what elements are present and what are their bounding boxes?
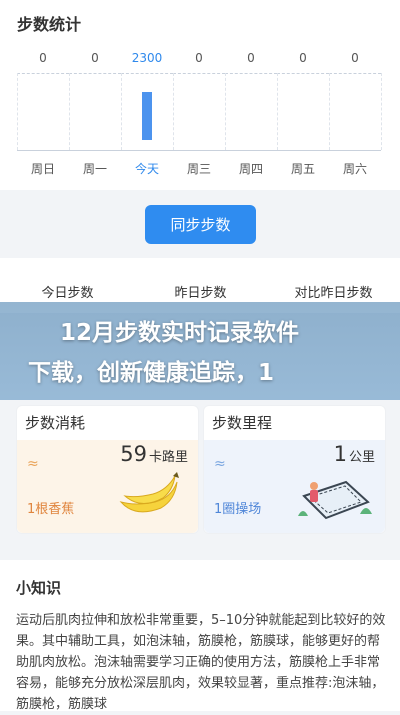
chart-divider xyxy=(381,73,382,150)
distance-unit: 公里 xyxy=(348,450,375,465)
step-stats-title: 步数统计 xyxy=(17,15,82,34)
chart-top-line xyxy=(69,73,121,74)
yesterday-steps-label: 昨日步数 xyxy=(174,286,227,301)
chart-top-line xyxy=(277,73,329,74)
day-step-value: 0 xyxy=(39,51,47,65)
day-step-value: 0 xyxy=(91,51,99,65)
approx-icon: ≈ xyxy=(214,456,226,472)
day-column: 0 周六 xyxy=(329,40,381,185)
distance-number: 1 xyxy=(333,442,347,466)
chart-baseline xyxy=(17,150,69,151)
day-column: 0 周四 xyxy=(225,40,277,185)
knowledge-text: 运动后肌肉拉伸和放松非常重要，5–10分钟就能起到比较好的效果。其中辅助工具，如… xyxy=(16,613,386,712)
day-column: 0 周五 xyxy=(277,40,329,185)
day-step-bar xyxy=(142,92,152,140)
distance-value: 1 公里 xyxy=(334,442,375,466)
day-label: 周三 xyxy=(186,162,211,176)
chart-divider xyxy=(69,73,70,150)
chart-top-line xyxy=(17,73,69,74)
day-step-value: 2300 xyxy=(131,51,163,65)
consumption-title: 步数消耗 xyxy=(25,414,86,432)
sync-steps-button[interactable]: 同步步数 xyxy=(145,205,256,244)
banner-line-1: 12月步数实时记录软件 xyxy=(60,320,300,346)
chart-top-line xyxy=(173,73,225,74)
day-step-value: 0 xyxy=(351,51,359,65)
track-icon xyxy=(298,480,372,520)
today-steps-label: 今日步数 xyxy=(41,286,94,301)
chart-baseline xyxy=(277,150,329,151)
day-label: 今天 xyxy=(134,162,159,176)
chart-divider xyxy=(121,73,122,150)
consumption-unit: 卡路里 xyxy=(148,450,188,465)
consumption-value: 59 卡路里 xyxy=(120,442,188,466)
chart-baseline xyxy=(173,150,225,151)
chart-divider xyxy=(225,73,226,150)
promo-banner: 12月步数实时记录软件 下载，创新健康追踪，1 xyxy=(0,302,400,406)
day-label: 周一 xyxy=(82,162,107,176)
day-label: 周四 xyxy=(238,162,263,176)
step-distance-card[interactable]: 步数里程 1 公里 ≈ 1圈操场 xyxy=(203,405,386,534)
chart-divider xyxy=(173,73,174,150)
chart-baseline xyxy=(329,150,381,151)
knowledge-title: 小知识 xyxy=(16,579,62,597)
chart-top-line xyxy=(329,73,381,74)
knowledge-card: 小知识 运动后肌肉拉伸和放松非常重要，5–10分钟就能起到比较好的效果。其中辅助… xyxy=(0,560,400,712)
day-step-value: 0 xyxy=(195,51,203,65)
day-column: 0 周一 xyxy=(69,40,121,185)
consumption-equivalent: 1根香蕉 xyxy=(27,502,75,517)
banana-icon xyxy=(119,472,179,513)
day-column: 0 周三 xyxy=(173,40,225,185)
approx-icon: ≈ xyxy=(27,456,39,472)
chart-divider xyxy=(329,73,330,150)
chart-baseline xyxy=(225,150,277,151)
day-label: 周五 xyxy=(290,162,315,176)
chart-top-line xyxy=(121,73,173,74)
distance-equivalent: 1圈操场 xyxy=(214,502,262,517)
chart-divider xyxy=(277,73,278,150)
day-step-value: 0 xyxy=(299,51,307,65)
day-step-value: 0 xyxy=(247,51,255,65)
step-consumption-card[interactable]: 步数消耗 59 卡路里 ≈ 1根香蕉 xyxy=(16,405,199,534)
banner-line-2: 下载，创新健康追踪，1 xyxy=(28,360,275,386)
consumption-number: 59 xyxy=(120,442,147,466)
chart-divider xyxy=(17,73,18,150)
chart-baseline xyxy=(69,150,121,151)
distance-title: 步数里程 xyxy=(212,414,273,432)
day-column: 0 周日 xyxy=(17,40,69,185)
day-label: 周六 xyxy=(342,162,367,176)
day-label: 周日 xyxy=(30,162,55,176)
compare-steps-label: 对比昨日步数 xyxy=(294,286,373,301)
day-column: 2300 今天 xyxy=(121,40,173,185)
step-stats-card: 步数统计 0 周日 0 周一 2300 今天 0 周三 0 周四 0 周五 0 周六 xyxy=(0,0,400,190)
chart-top-line xyxy=(225,73,277,74)
chart-baseline xyxy=(121,150,173,151)
